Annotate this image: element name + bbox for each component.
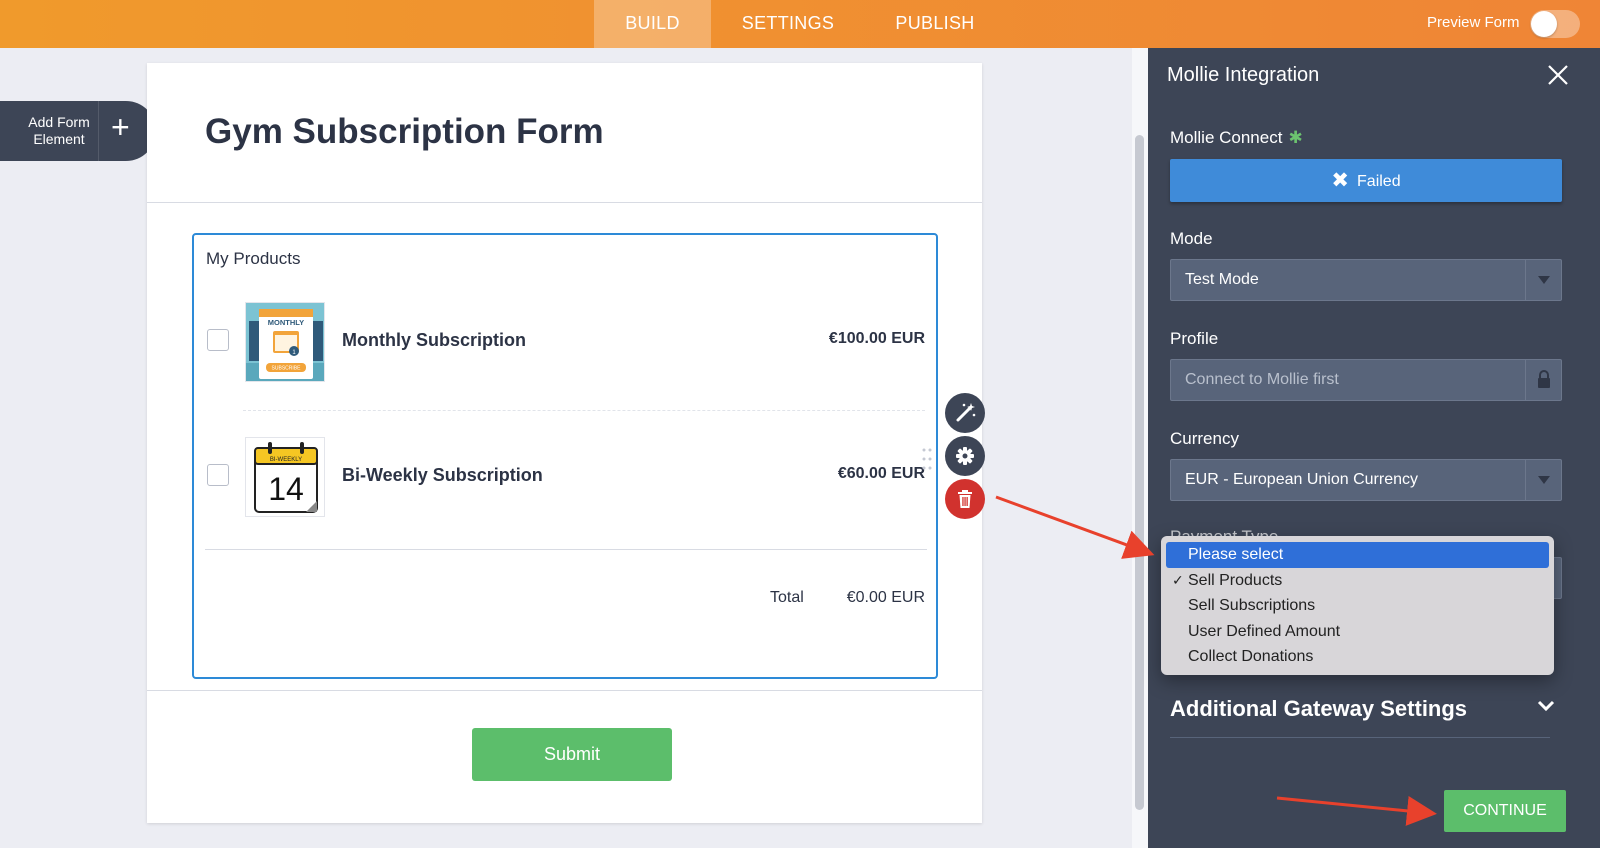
panel-title: Mollie Integration [1167,64,1320,86]
svg-text:BI-WEEKLY: BI-WEEKLY [270,457,302,463]
payment-option-user-defined-amount[interactable]: User Defined Amount [1161,619,1554,645]
mode-select[interactable]: Test Mode [1170,259,1562,301]
svg-text:MONTHLY: MONTHLY [268,318,304,327]
chevron-down-icon [1525,460,1561,500]
biweekly-calendar-image: BI-WEEKLY 14 [245,437,325,517]
trash-icon [958,490,972,508]
product-name-biweekly: Bi-Weekly Subscription [342,465,543,485]
monthly-calendar-image: MONTHLY 1 SUBSCRIBE [245,302,325,382]
connect-status: Failed [1357,173,1401,190]
gear-icon [956,447,974,465]
wand-button[interactable] [945,393,985,433]
product-name-monthly: Monthly Subscription [342,330,526,350]
mollie-connect-label: Mollie Connect ✱ [1170,128,1303,147]
product-price-monthly: €100.00 EUR [828,330,925,347]
add-element-divider [98,101,99,161]
product-checkbox-monthly[interactable] [207,329,229,351]
total-value: €0.00 EUR [846,589,925,606]
submit-button[interactable]: Submit [472,728,672,781]
products-heading: My Products [206,249,301,268]
gateway-divider [1170,737,1550,738]
currency-select[interactable]: EUR - European Union Currency [1170,459,1562,501]
payment-option-sell-products[interactable]: ✓ Sell Products [1161,568,1554,594]
total-label: Total [770,589,804,606]
close-icon[interactable] [1545,62,1571,88]
payment-option-sell-subscriptions[interactable]: Sell Subscriptions [1161,593,1554,619]
plus-icon: + [111,109,130,145]
scrollbar-thumb[interactable] [1135,135,1144,810]
form-title[interactable]: Gym Subscription Form [205,112,604,152]
chevron-down-icon[interactable] [1536,699,1556,713]
mode-label: Mode [1170,229,1213,248]
total-divider [205,549,927,550]
currency-value: EUR - European Union Currency [1185,471,1418,488]
profile-select[interactable]: Connect to Mollie first [1170,359,1562,401]
mode-value: Test Mode [1185,271,1259,288]
profile-label: Profile [1170,329,1219,348]
wand-icon [956,403,976,422]
payment-option-please-select[interactable]: Please select [1166,542,1549,568]
arrow-to-dropdown [995,495,1155,559]
x-icon: ✖ [1331,169,1350,192]
payment-type-dropdown: Please select ✓ Sell Products Sell Subscr… [1161,536,1554,675]
svg-text:14: 14 [268,471,304,507]
product-divider [243,410,925,411]
lock-icon [1525,360,1561,400]
mollie-connect-button[interactable]: ✖ Failed [1170,159,1562,202]
tab-publish[interactable]: PUBLISH [875,0,995,48]
tab-build[interactable]: BUILD [594,0,711,48]
delete-button[interactable] [945,479,985,519]
preview-form-label: Preview Form [1427,14,1520,31]
settings-button[interactable] [945,436,985,476]
gateway-settings-title[interactable]: Additional Gateway Settings [1170,696,1467,722]
drag-handle-icon[interactable] [921,447,933,471]
product-checkbox-biweekly[interactable] [207,464,229,486]
continue-button[interactable]: CONTINUE [1444,790,1566,832]
product-price-biweekly: €60.00 EUR [837,465,925,482]
add-form-element-button[interactable]: Add Form Element + [0,101,156,161]
add-form-element-label: Add Form Element [28,114,90,147]
footer-divider [147,690,982,691]
check-icon: ✓ [1172,571,1184,588]
monthly-calendar-icon: MONTHLY 1 SUBSCRIBE [246,303,324,381]
currency-label: Currency [1170,429,1239,448]
profile-placeholder: Connect to Mollie first [1185,371,1339,388]
preview-toggle-knob [1531,11,1557,37]
header-divider [147,202,982,203]
biweekly-calendar-icon: BI-WEEKLY 14 [246,438,324,516]
tab-settings[interactable]: SETTINGS [724,0,852,48]
chevron-down-icon [1525,260,1561,300]
svg-text:SUBSCRIBE: SUBSCRIBE [272,366,302,372]
payment-option-collect-donations[interactable]: Collect Donations [1161,644,1554,670]
required-asterisk: ✱ [1288,128,1303,147]
